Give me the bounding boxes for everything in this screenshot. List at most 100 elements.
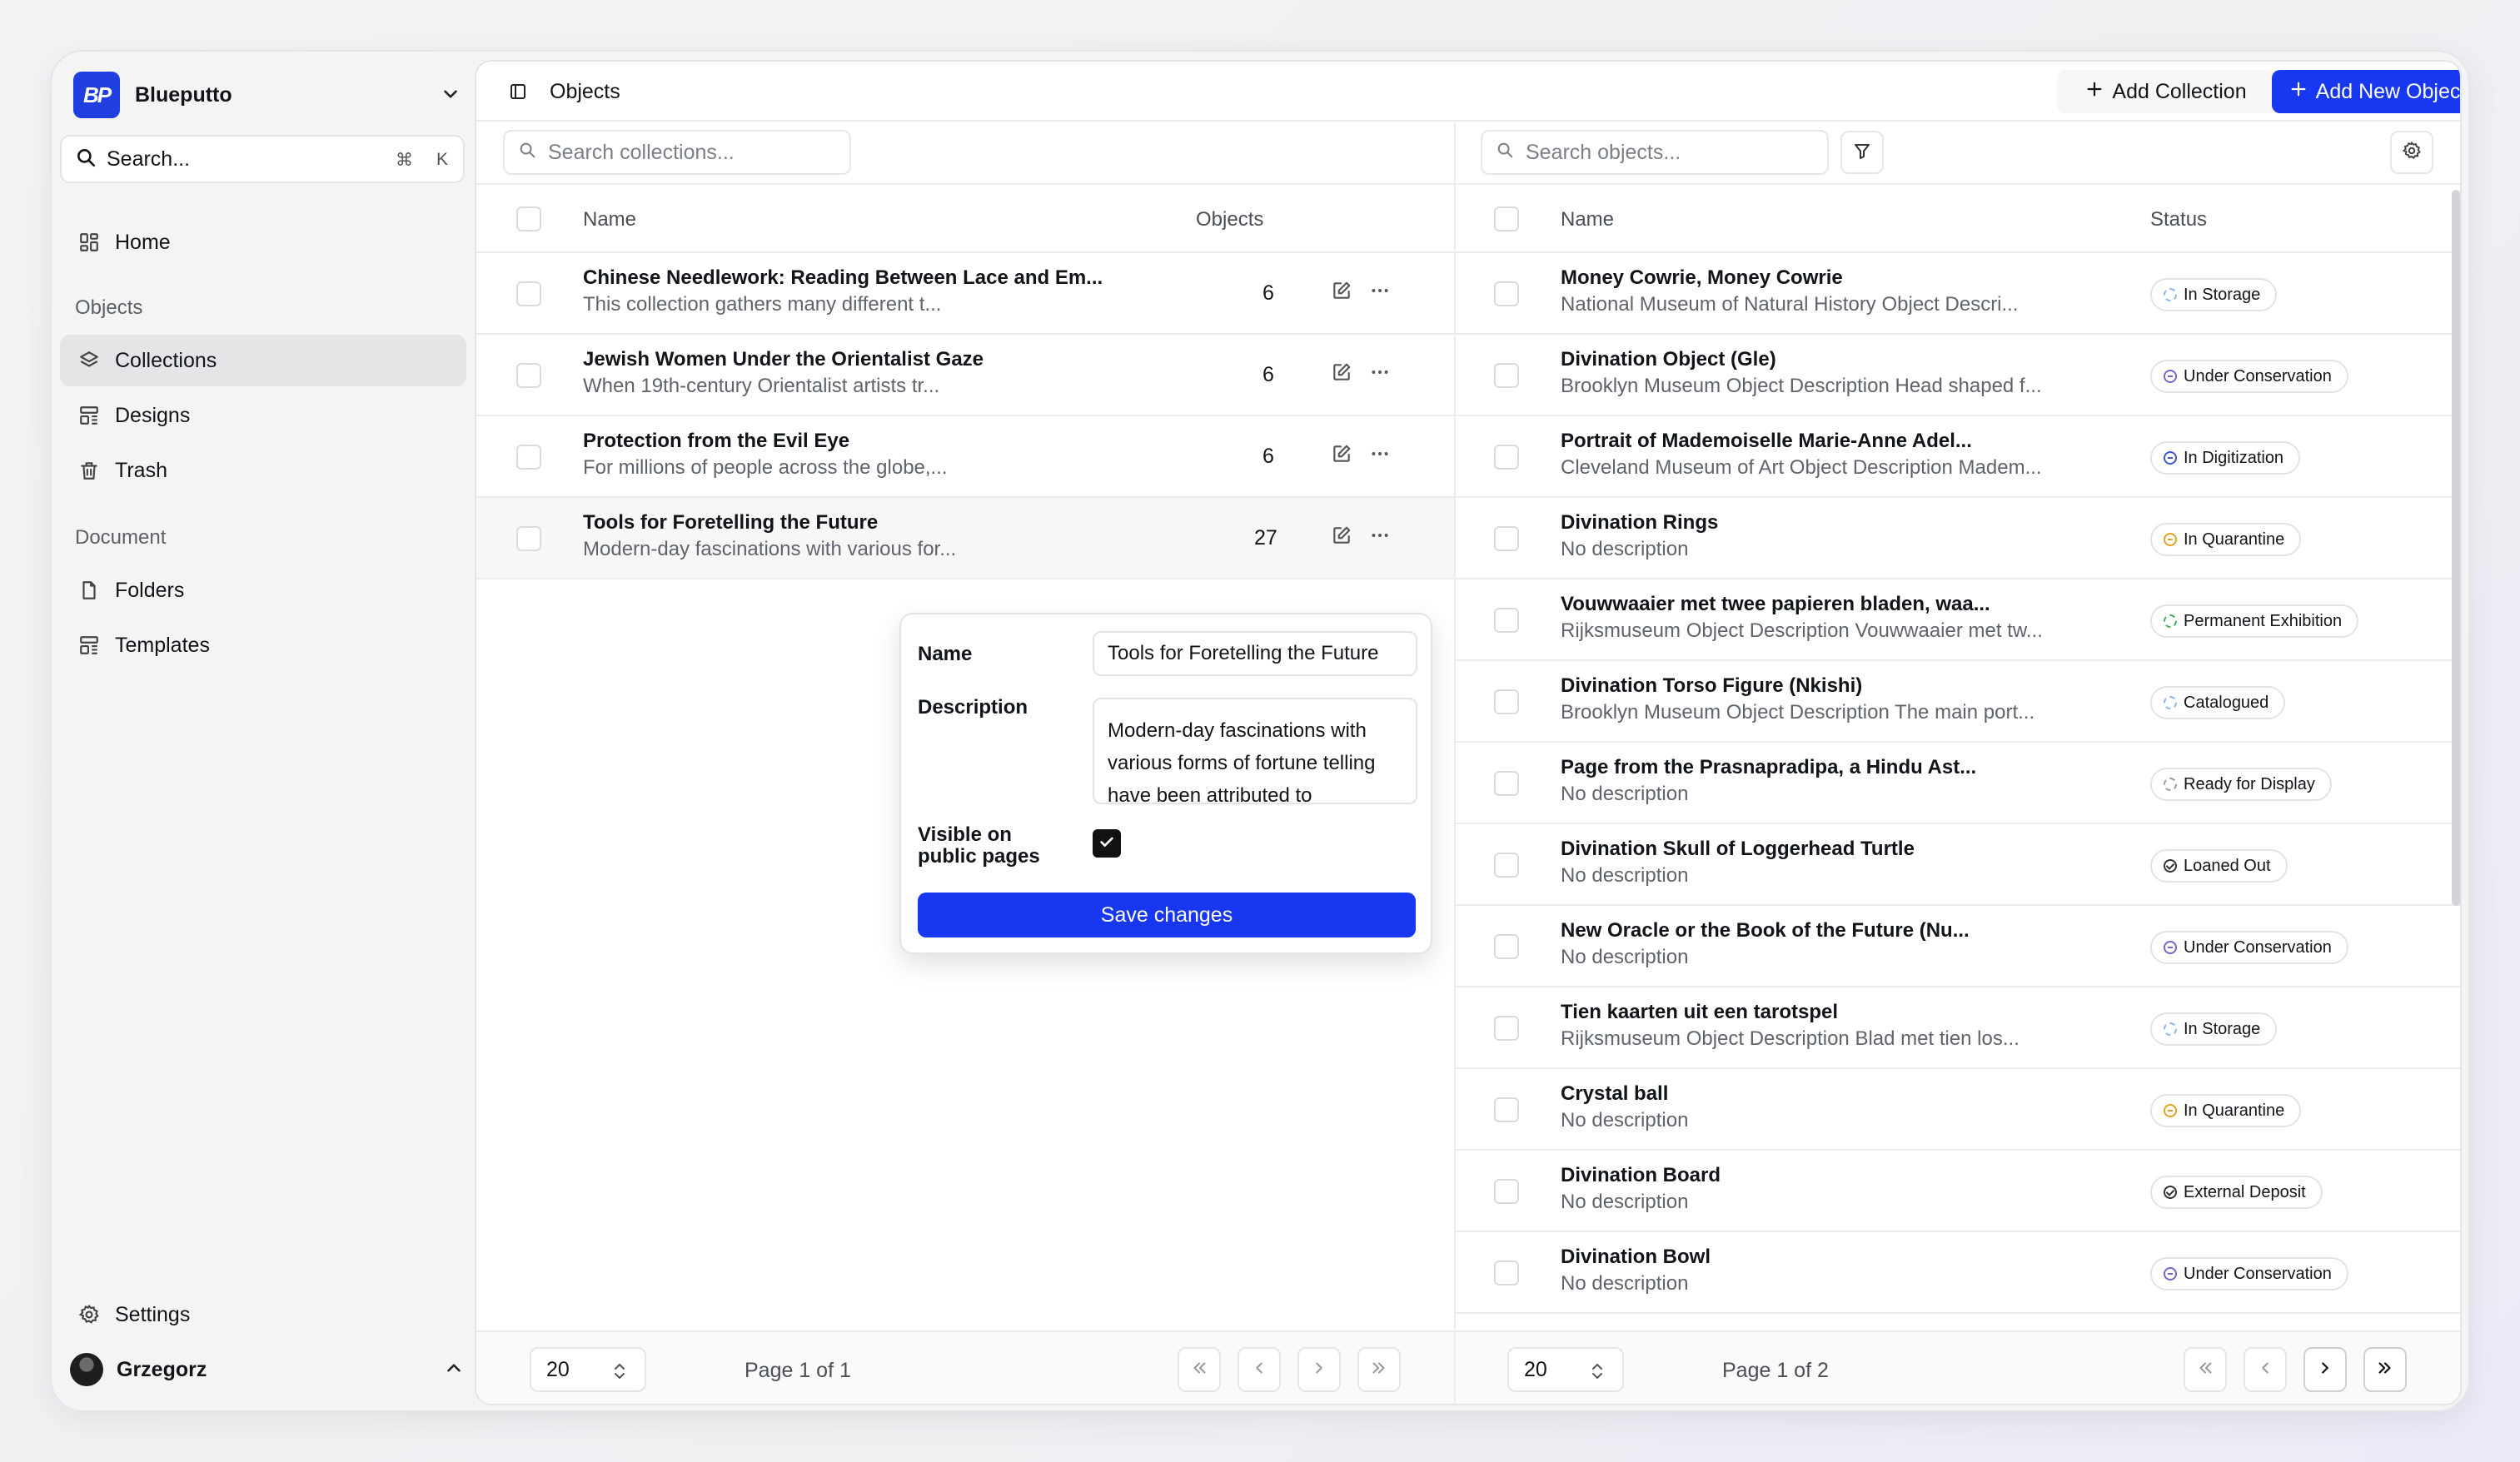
status-icon (2164, 696, 2177, 709)
table-row[interactable]: Crystal ball No description In Quarantine (1456, 1069, 2460, 1151)
sidebar-item-folders[interactable]: Folders (60, 564, 466, 616)
sidebar-item-label: Settings (115, 1302, 191, 1326)
status-badge: Under Conservation (2150, 1257, 2348, 1290)
sidebar-toggle-icon[interactable] (508, 82, 528, 106)
select-all-checkbox[interactable] (516, 206, 541, 231)
row-checkbox[interactable] (1494, 1261, 1519, 1285)
scrollbar-thumb[interactable] (2452, 190, 2460, 906)
status-icon (2164, 859, 2177, 873)
row-checkbox[interactable] (516, 526, 541, 551)
save-changes-button[interactable]: Save changes (918, 893, 1416, 937)
sidebar-item-designs[interactable]: Designs (60, 390, 466, 441)
status-icon (2164, 614, 2177, 628)
object-title: Portrait of Mademoiselle Marie-Anne Adel… (1561, 430, 1972, 452)
objects-pagination: 20 Page 1 of 2 (1456, 1330, 2460, 1404)
workspace-name: Blueputto (135, 82, 232, 107)
next-page-button[interactable] (2303, 1347, 2347, 1392)
table-settings-button[interactable] (2390, 131, 2433, 174)
table-row[interactable]: Jewish Women Under the Orientalist Gaze W… (476, 335, 1454, 416)
more-options-icon[interactable] (1369, 443, 1391, 469)
collections-search-input[interactable]: Search collections... (503, 130, 851, 175)
row-checkbox[interactable] (1494, 1097, 1519, 1122)
workspace-switcher[interactable]: BP Blueputto (73, 65, 473, 125)
sidebar-item-label: Home (115, 230, 171, 254)
first-page-button[interactable] (2184, 1347, 2227, 1392)
objects-search-input[interactable]: Search objects... (1481, 130, 1829, 175)
row-checkbox[interactable] (1494, 1016, 1519, 1041)
row-checkbox[interactable] (1494, 445, 1519, 470)
edit-icon[interactable] (1331, 280, 1352, 306)
table-row[interactable]: Divination Torso Figure (Nkishi) Brooklyn… (1456, 661, 2460, 743)
table-row[interactable]: Divination Board No description External D… (1456, 1151, 2460, 1232)
sidebar-item-collections[interactable]: Collections (60, 335, 466, 386)
last-page-button[interactable] (1357, 1347, 1401, 1392)
table-row[interactable]: Tien kaarten uit een tarotspel Rijksmuseu… (1456, 987, 2460, 1069)
scrollbar[interactable] (2448, 186, 2460, 1327)
more-options-icon[interactable] (1369, 361, 1391, 387)
more-options-icon[interactable] (1369, 280, 1391, 306)
row-checkbox[interactable] (1494, 1179, 1519, 1204)
sidebar-item-templates[interactable]: Templates (60, 619, 466, 671)
row-checkbox[interactable] (1494, 363, 1519, 388)
table-row[interactable]: Divination Rings No description In Quarant… (1456, 498, 2460, 579)
sidebar-item-trash[interactable]: Trash (60, 445, 466, 496)
object-description: National Museum of Natural History Objec… (1561, 293, 2019, 316)
table-row[interactable]: Divination Bowl No description Under Conse… (1456, 1232, 2460, 1314)
command-key: ⌘ (395, 151, 413, 170)
next-page-button[interactable] (1297, 1347, 1341, 1392)
table-row[interactable]: Vouwwaaier met twee papieren bladen, waa… (1456, 579, 2460, 661)
more-options-icon[interactable] (1369, 525, 1391, 550)
status-label: External Deposit (2184, 1182, 2306, 1201)
global-search[interactable]: Search... ⌘ K (60, 135, 465, 183)
page-size-select[interactable]: 20 (530, 1347, 646, 1392)
status-badge: Ready for Display (2150, 768, 2332, 801)
object-description: No description (1561, 946, 1689, 968)
chevrons-left-icon (2196, 1359, 2214, 1381)
previous-page-button[interactable] (1238, 1347, 1281, 1392)
row-checkbox[interactable] (1494, 934, 1519, 959)
page-size-select[interactable]: 20 (1507, 1347, 1624, 1392)
visible-checkbox[interactable] (1093, 829, 1121, 858)
table-row[interactable]: Tools for Foretelling the Future Modern-d… (476, 498, 1454, 579)
row-checkbox[interactable] (1494, 853, 1519, 878)
status-icon (2164, 288, 2177, 301)
sidebar-item-home[interactable]: Home (60, 216, 466, 268)
collection-description: This collection gathers many different t… (583, 293, 942, 316)
row-checkbox[interactable] (516, 363, 541, 388)
row-checkbox[interactable] (1494, 689, 1519, 714)
status-label: Permanent Exhibition (2184, 611, 2343, 630)
table-row[interactable]: New Oracle or the Book of the Future (Nu… (1456, 906, 2460, 987)
row-checkbox[interactable] (1494, 526, 1519, 551)
user-menu[interactable]: Grzegorz (70, 1345, 465, 1394)
edit-icon[interactable] (1331, 443, 1352, 469)
description-textarea[interactable]: Modern-day fascinations with various for… (1093, 698, 1417, 804)
home-icon (77, 230, 102, 255)
row-checkbox[interactable] (1494, 771, 1519, 796)
table-row[interactable]: Page from the Prasnapradipa, a Hindu Ast… (1456, 743, 2460, 824)
edit-icon[interactable] (1331, 525, 1352, 550)
table-row[interactable]: Divination Object (Gle) Brooklyn Museum O… (1456, 335, 2460, 416)
row-checkbox[interactable] (516, 445, 541, 470)
row-checkbox[interactable] (516, 281, 541, 306)
previous-page-button[interactable] (2244, 1347, 2287, 1392)
row-checkbox[interactable] (1494, 608, 1519, 633)
sidebar-item-settings[interactable]: Settings (60, 1289, 466, 1340)
chevron-up-down-icon (1589, 1360, 1606, 1388)
table-row[interactable]: Money Cowrie, Money Cowrie National Museu… (1456, 253, 2460, 335)
name-input[interactable]: Tools for Foretelling the Future (1093, 631, 1417, 676)
edit-icon[interactable] (1331, 361, 1352, 387)
first-page-button[interactable] (1178, 1347, 1221, 1392)
status-icon (2164, 1186, 2177, 1199)
filter-button[interactable] (1840, 131, 1884, 174)
table-row[interactable]: Portrait of Mademoiselle Marie-Anne Adel… (1456, 416, 2460, 498)
table-row[interactable]: Chinese Needlework: Reading Between Lace… (476, 253, 1454, 335)
add-collection-button[interactable]: Add Collection (2057, 70, 2275, 113)
row-checkbox[interactable] (1494, 281, 1519, 306)
status-label: In Quarantine (2184, 1101, 2285, 1120)
sidebar-item-label: Collections (115, 348, 217, 372)
select-all-checkbox[interactable] (1494, 206, 1519, 231)
last-page-button[interactable] (2363, 1347, 2407, 1392)
add-new-object-button[interactable]: Add New Object (2272, 70, 2460, 113)
table-row[interactable]: Protection from the Evil Eye For millions… (476, 416, 1454, 498)
table-row[interactable]: Divination Skull of Loggerhead Turtle No … (1456, 824, 2460, 906)
